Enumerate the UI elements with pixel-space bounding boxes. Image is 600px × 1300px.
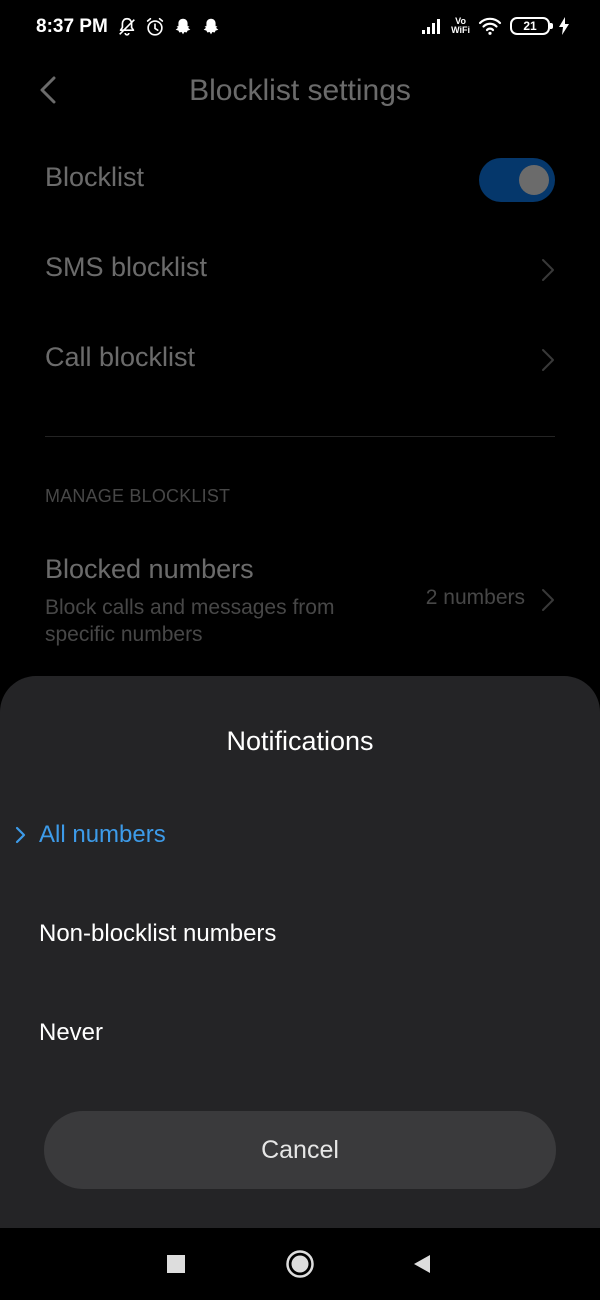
divider <box>45 436 555 437</box>
notifications-dialog: Notifications All numbers Non-blocklist … <box>0 676 600 1228</box>
recents-icon <box>167 1255 185 1273</box>
status-right-icons: Vo WiFi 21 <box>421 16 570 36</box>
wifi-icon <box>478 17 502 35</box>
recents-button[interactable] <box>160 1248 192 1280</box>
screen: 8:37 PM Vo WiFi 21 Blocklist settings Bl… <box>0 0 600 1300</box>
call-blocklist-row[interactable]: Call blocklist <box>45 330 555 390</box>
snapchat-icon <box>175 18 191 35</box>
sms-blocklist-row[interactable]: SMS blocklist <box>45 240 555 300</box>
home-icon <box>286 1250 314 1278</box>
option-non-blocklist-numbers[interactable]: Non-blocklist numbers <box>0 900 600 970</box>
call-blocklist-label: Call blocklist <box>45 342 196 372</box>
blocked-numbers-description: Block calls and messages from specific n… <box>45 596 335 646</box>
option-all-numbers[interactable]: All numbers <box>0 801 600 871</box>
blocked-numbers-title: Blocked numbers <box>45 554 254 584</box>
cancel-button[interactable]: Cancel <box>44 1111 556 1189</box>
option-label: Non-blocklist numbers <box>39 920 277 947</box>
toggle-knob <box>519 165 549 195</box>
top-app-bar: Blocklist settings <box>0 56 600 126</box>
snapchat-icon <box>203 18 219 35</box>
blocklist-row[interactable]: Blocklist <box>45 150 555 210</box>
vowifi-icon: Vo WiFi <box>451 17 470 35</box>
battery-level: 21 <box>523 19 537 33</box>
chevron-right-icon <box>542 349 554 371</box>
notifications-off-icon <box>119 17 135 36</box>
option-label: All numbers <box>39 821 166 848</box>
blocked-numbers-count: 2 numbers <box>425 586 525 609</box>
blocklist-label: Blocklist <box>45 162 145 192</box>
back-nav-button[interactable] <box>406 1248 438 1280</box>
option-label: Never <box>39 1019 104 1046</box>
status-time: 8:37 PM <box>36 16 108 37</box>
status-bar: 8:37 PM Vo WiFi 21 <box>0 0 600 56</box>
dialog-title: Notifications <box>226 726 374 756</box>
back-icon <box>414 1255 430 1273</box>
blocked-numbers-row[interactable]: Blocked numbers Block calls and messages… <box>45 550 555 650</box>
sms-blocklist-label: SMS blocklist <box>45 252 208 282</box>
blocklist-toggle[interactable] <box>479 158 555 202</box>
chevron-right-icon <box>542 259 554 281</box>
charging-icon <box>559 17 569 35</box>
navigation-bar <box>0 1228 600 1300</box>
alarm-icon <box>146 17 164 36</box>
selected-chevron-icon <box>15 826 26 844</box>
signal-icon <box>422 19 441 34</box>
section-header: MANAGE BLOCKLIST <box>45 486 231 506</box>
battery-icon: 21 <box>510 17 553 35</box>
vowifi-bottom: WiFi <box>451 25 470 35</box>
chevron-right-icon <box>542 589 554 611</box>
home-button[interactable] <box>284 1248 316 1280</box>
option-never[interactable]: Never <box>0 999 600 1069</box>
status-left-icons <box>116 16 222 38</box>
page-title: Blocklist settings <box>189 74 411 107</box>
